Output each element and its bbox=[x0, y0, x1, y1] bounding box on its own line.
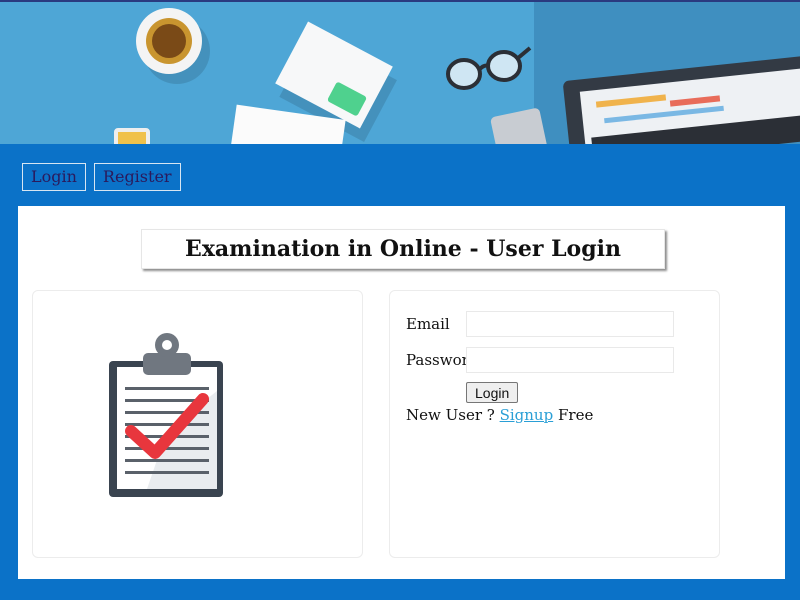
top-nav: Login Register bbox=[22, 163, 181, 191]
login-form-card: Email Password Login New User ? Signup F… bbox=[389, 290, 720, 558]
signup-prefix: New User ? bbox=[406, 406, 495, 424]
password-label: Password bbox=[406, 351, 479, 369]
email-label: Email bbox=[406, 315, 450, 333]
glasses-icon bbox=[446, 46, 532, 90]
clipboard-checkmark-icon bbox=[109, 333, 223, 497]
email-row: Email bbox=[406, 311, 674, 337]
page-title: Examination in Online - User Login bbox=[141, 229, 665, 269]
signup-suffix: Free bbox=[557, 406, 594, 424]
signup-line: New User ? Signup Free bbox=[406, 406, 593, 424]
calculator-icon bbox=[489, 107, 549, 144]
coffee-icon bbox=[146, 18, 192, 64]
password-row: Password bbox=[406, 347, 674, 373]
main-panel: Examination in Online - User Login Email bbox=[18, 206, 785, 579]
login-submit-button[interactable]: Login bbox=[466, 382, 519, 403]
password-field[interactable] bbox=[466, 347, 674, 373]
phone-icon bbox=[114, 128, 150, 144]
signup-link[interactable]: Signup bbox=[500, 406, 554, 424]
illustration-card bbox=[32, 290, 363, 558]
header-banner bbox=[0, 0, 800, 144]
nav-login-button[interactable]: Login bbox=[22, 163, 86, 191]
email-field[interactable] bbox=[466, 311, 674, 337]
nav-register-button[interactable]: Register bbox=[93, 163, 181, 191]
